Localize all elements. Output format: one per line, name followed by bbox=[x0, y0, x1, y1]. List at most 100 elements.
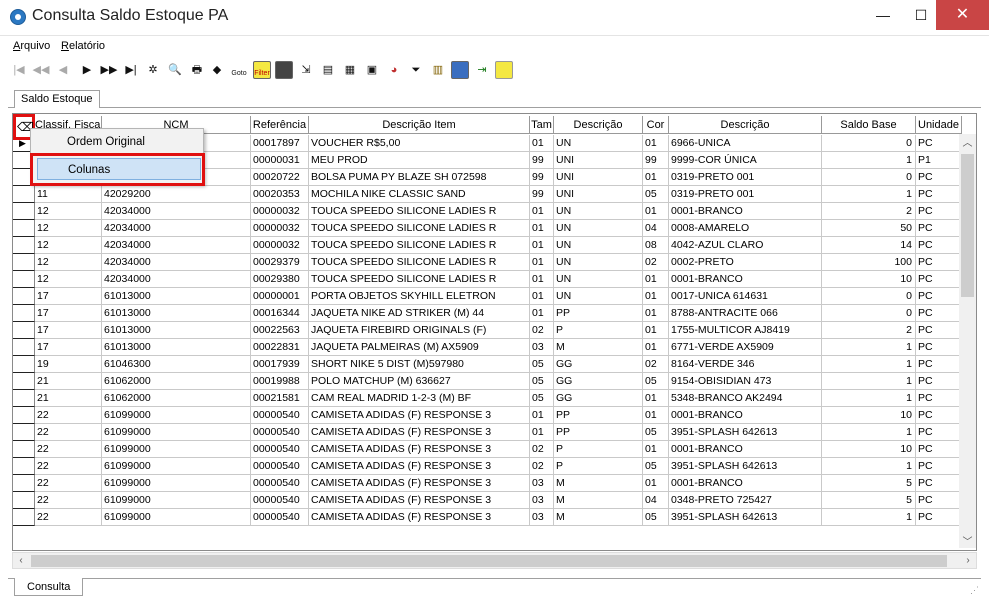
table-cell[interactable]: UN bbox=[554, 135, 643, 152]
table-cell[interactable]: 02 bbox=[530, 322, 554, 339]
table-cell[interactable]: MOCHILA NIKE CLASSIC SAND bbox=[309, 186, 530, 203]
row-indicator[interactable] bbox=[13, 475, 35, 492]
table-cell[interactable]: 0 bbox=[822, 135, 916, 152]
table-cell[interactable]: CAMISETA ADIDAS (F) RESPONSE 3 bbox=[309, 492, 530, 509]
menu-relatorio[interactable]: Relatório bbox=[61, 40, 105, 52]
filter-icon[interactable]: Filter bbox=[253, 61, 271, 79]
first-record-button[interactable]: |◀ bbox=[10, 61, 28, 79]
table-row[interactable]: 12 42034000 00029380 TOUCA SPEEDO SILICONE … bbox=[13, 271, 962, 288]
table-cell[interactable]: 04 bbox=[643, 220, 669, 237]
table-cell[interactable]: 1 bbox=[822, 390, 916, 407]
table-cell[interactable]: 22 bbox=[35, 407, 102, 424]
run-icon[interactable] bbox=[495, 61, 513, 79]
table-cell[interactable]: 14 bbox=[822, 237, 916, 254]
screen-icon[interactable] bbox=[451, 61, 469, 79]
table-cell[interactable]: 00029379 bbox=[251, 254, 309, 271]
prior-record-button[interactable]: ◀ bbox=[54, 61, 72, 79]
row-indicator[interactable] bbox=[13, 271, 35, 288]
column-header[interactable]: Cor bbox=[643, 116, 669, 134]
table-cell[interactable]: 00021581 bbox=[251, 390, 309, 407]
table-cell[interactable]: 4042-AZUL CLARO bbox=[669, 237, 822, 254]
table-cell[interactable]: 21 bbox=[35, 390, 102, 407]
table-cell[interactable]: 12 bbox=[35, 220, 102, 237]
table-cell[interactable]: PP bbox=[554, 407, 643, 424]
table-cell[interactable]: 0319-PRETO 001 bbox=[669, 186, 822, 203]
table-cell[interactable]: 00022563 bbox=[251, 322, 309, 339]
row-indicator[interactable] bbox=[13, 509, 35, 526]
table-cell[interactable]: 99 bbox=[530, 152, 554, 169]
table-cell[interactable]: 22 bbox=[35, 475, 102, 492]
table-cell[interactable]: M bbox=[554, 475, 643, 492]
table-cell[interactable]: 01 bbox=[643, 305, 669, 322]
table-cell[interactable]: TOUCA SPEEDO SILICONE LADIES R bbox=[309, 254, 530, 271]
table-cell[interactable]: 0001-BRANCO bbox=[669, 407, 822, 424]
table-cell[interactable]: 00000031 bbox=[251, 152, 309, 169]
table-cell[interactable]: 12 bbox=[35, 254, 102, 271]
scroll-left-icon[interactable]: ‹ bbox=[13, 553, 29, 568]
table-cell[interactable]: POLO MATCHUP (M) 636627 bbox=[309, 373, 530, 390]
table-cell[interactable]: 42034000 bbox=[102, 271, 251, 288]
table-cell[interactable]: 61099000 bbox=[102, 441, 251, 458]
table-cell[interactable]: PC bbox=[916, 390, 962, 407]
table-cell[interactable]: VOUCHER R$5,00 bbox=[309, 135, 530, 152]
export-icon[interactable]: ⇲ bbox=[297, 61, 315, 79]
table-cell[interactable]: 0319-PRETO 001 bbox=[669, 169, 822, 186]
table-cell[interactable]: 10 bbox=[822, 407, 916, 424]
table-cell[interactable]: 61013000 bbox=[102, 339, 251, 356]
table-cell[interactable]: PC bbox=[916, 441, 962, 458]
table-cell[interactable]: 42029200 bbox=[102, 186, 251, 203]
table-cell[interactable]: 22 bbox=[35, 509, 102, 526]
funnel-icon[interactable]: ⏷ bbox=[407, 61, 425, 79]
table-cell[interactable]: 9999-COR ÚNICA bbox=[669, 152, 822, 169]
table-cell[interactable]: 05 bbox=[643, 509, 669, 526]
table-cell[interactable]: 0017-UNICA 614631 bbox=[669, 288, 822, 305]
table-cell[interactable]: P bbox=[554, 458, 643, 475]
table-cell[interactable]: 05 bbox=[643, 373, 669, 390]
table-cell[interactable]: 01 bbox=[643, 390, 669, 407]
table-cell[interactable]: 99 bbox=[530, 186, 554, 203]
column-header[interactable]: Descrição bbox=[554, 116, 643, 134]
table-cell[interactable]: 61062000 bbox=[102, 390, 251, 407]
scroll-up-icon[interactable]: ︿ bbox=[959, 134, 976, 149]
table-cell[interactable]: BOLSA PUMA PY BLAZE SH 072598 bbox=[309, 169, 530, 186]
table-cell[interactable]: UNI bbox=[554, 186, 643, 203]
row-indicator[interactable] bbox=[13, 441, 35, 458]
table-cell[interactable]: 61013000 bbox=[102, 305, 251, 322]
table-cell[interactable]: 02 bbox=[530, 441, 554, 458]
table-cell[interactable]: 00000540 bbox=[251, 509, 309, 526]
table-row[interactable]: 22 61099000 00000540 CAMISETA ADIDAS (F) RE… bbox=[13, 424, 962, 441]
column-header[interactable]: Saldo Base bbox=[822, 116, 916, 134]
table-cell[interactable]: PC bbox=[916, 254, 962, 271]
table-cell[interactable]: 5348-BRANCO AK2494 bbox=[669, 390, 822, 407]
table-cell[interactable]: 10 bbox=[822, 271, 916, 288]
table-cell[interactable]: 42034000 bbox=[102, 254, 251, 271]
table-cell[interactable]: 00000540 bbox=[251, 424, 309, 441]
table-cell[interactable]: 00000032 bbox=[251, 203, 309, 220]
column-header[interactable]: Tam bbox=[530, 116, 554, 134]
table-cell[interactable]: 01 bbox=[643, 203, 669, 220]
table-row[interactable]: 22 61099000 00000540 CAMISETA ADIDAS (F) RE… bbox=[13, 492, 962, 509]
table-cell[interactable]: 0 bbox=[822, 288, 916, 305]
table-cell[interactable]: 17 bbox=[35, 305, 102, 322]
table-cell[interactable]: JAQUETA FIREBIRD ORIGINALS (F) bbox=[309, 322, 530, 339]
table-cell[interactable]: PC bbox=[916, 288, 962, 305]
table-cell[interactable]: PC bbox=[916, 492, 962, 509]
table-row[interactable]: 17 61013000 00022563 JAQUETA FIREBIRD ORIGI… bbox=[13, 322, 962, 339]
exit-icon[interactable]: ⇥ bbox=[473, 61, 491, 79]
table-cell[interactable]: 00000540 bbox=[251, 475, 309, 492]
table-cell[interactable]: 17 bbox=[35, 288, 102, 305]
last-record-button[interactable]: ▶| bbox=[122, 61, 140, 79]
row-indicator[interactable] bbox=[13, 458, 35, 475]
table-cell[interactable]: PC bbox=[916, 220, 962, 237]
table-cell[interactable]: 2 bbox=[822, 203, 916, 220]
table-cell[interactable]: 00022831 bbox=[251, 339, 309, 356]
table-cell[interactable]: 01 bbox=[643, 169, 669, 186]
table-cell[interactable]: 10 bbox=[822, 441, 916, 458]
table-cell[interactable]: CAMISETA ADIDAS (F) RESPONSE 3 bbox=[309, 475, 530, 492]
table-cell[interactable]: 00000540 bbox=[251, 407, 309, 424]
table-cell[interactable]: PC bbox=[916, 271, 962, 288]
table-cell[interactable]: 22 bbox=[35, 458, 102, 475]
row-indicator[interactable] bbox=[13, 390, 35, 407]
table-cell[interactable]: 01 bbox=[643, 475, 669, 492]
table-cell[interactable]: MEU PROD bbox=[309, 152, 530, 169]
